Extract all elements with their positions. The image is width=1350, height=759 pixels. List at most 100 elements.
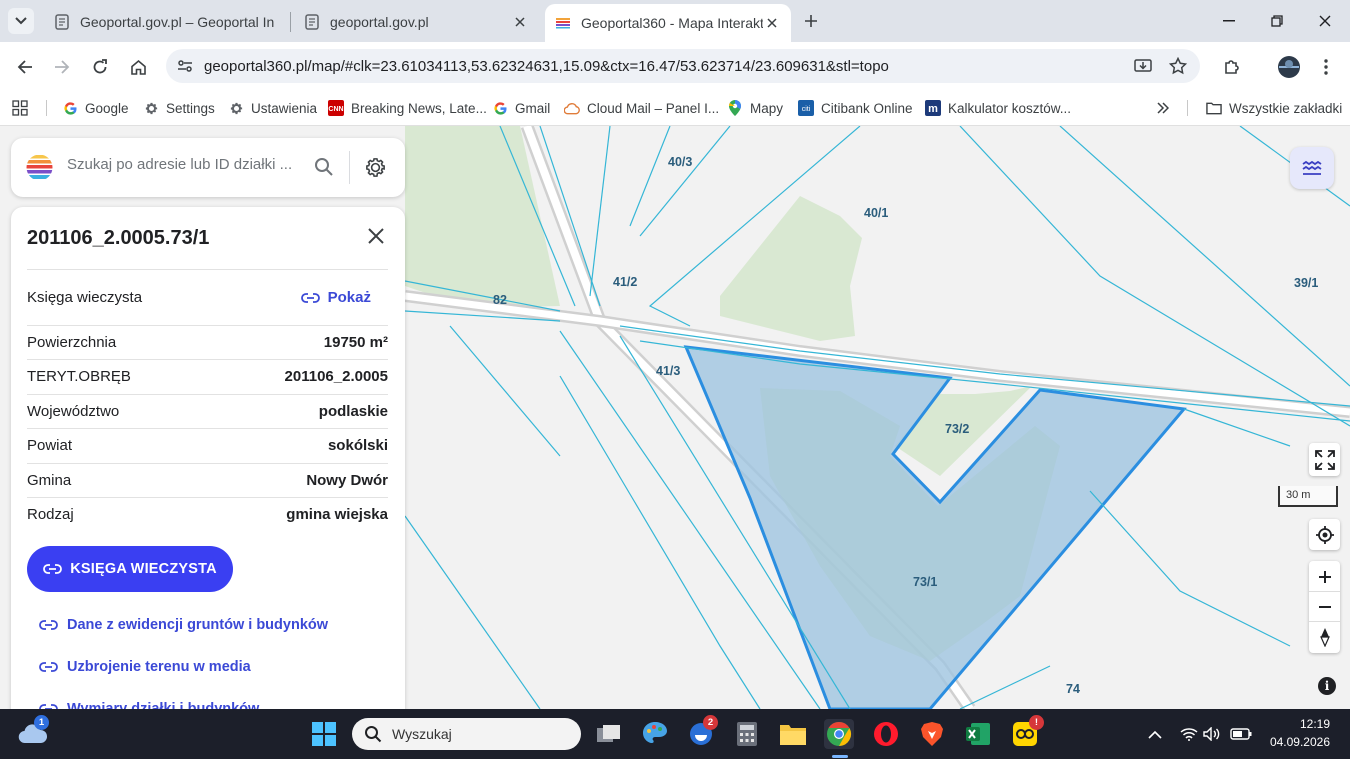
excel-icon	[966, 723, 990, 745]
info-icon[interactable]: i	[1318, 677, 1336, 695]
gear-icon[interactable]	[364, 156, 387, 179]
compass-button[interactable]	[1309, 622, 1340, 652]
google-icon	[62, 100, 78, 116]
search-input[interactable]	[67, 156, 297, 173]
citi-icon: citi	[798, 100, 814, 116]
new-tab-button[interactable]	[800, 10, 822, 32]
show-hidden-icons-button[interactable]	[1140, 719, 1170, 749]
weather-widget[interactable]: 1	[18, 715, 49, 749]
taskbar-app-mail[interactable]: 2	[686, 715, 718, 749]
bookmark-divider	[46, 100, 47, 116]
tab-close-icon[interactable]	[763, 14, 781, 32]
all-bookmarks-button[interactable]: Wszystkie zakładki	[1206, 98, 1342, 118]
minimize-icon	[1223, 20, 1235, 22]
bookmark-ustawienia[interactable]: Ustawienia	[228, 98, 317, 118]
apps-button[interactable]	[12, 98, 28, 118]
taskbar-app-calculator[interactable]	[732, 719, 762, 749]
restore-icon	[1271, 15, 1283, 27]
fullscreen-button[interactable]	[1309, 443, 1340, 476]
bookmark-cloud-mail[interactable]: Cloud Mail – Panel I...	[564, 98, 719, 118]
tab-strip: Geoportal.gov.pl – Geoportal In geoporta…	[0, 0, 1350, 42]
taskbar-search[interactable]: Wyszukaj	[352, 718, 581, 750]
back-button[interactable]	[12, 54, 38, 80]
link-label: Uzbrojenie terenu w media	[67, 659, 251, 675]
attribute-row-teryt: TERYT.OBRĘB 201106_2.0005	[27, 359, 388, 393]
bookmark-label: Kalkulator kosztów...	[948, 100, 1072, 116]
search-icon[interactable]	[314, 157, 334, 177]
land-register-button[interactable]: KSIĘGA WIECZYSTA	[27, 546, 233, 592]
browser-menu-button[interactable]	[1313, 54, 1339, 80]
app-badge: 2	[703, 715, 718, 730]
brave-icon	[921, 722, 943, 746]
bookmark-label: Mapy	[750, 100, 784, 116]
opera-icon	[874, 722, 898, 746]
taskbar-app-paint[interactable]	[640, 719, 670, 749]
taskbar-app-excel[interactable]	[963, 719, 993, 749]
taskbar-app-chrome[interactable]	[824, 719, 854, 749]
bookmark-settings[interactable]: Settings	[143, 98, 215, 118]
document-icon	[55, 14, 69, 30]
home-button[interactable]	[125, 54, 151, 80]
bookmark-label: Breaking News, Late...	[351, 100, 487, 116]
svg-text:citi: citi	[802, 106, 811, 113]
bookmark-gmail[interactable]: Gmail	[492, 98, 550, 118]
address-bar[interactable]: geoportal360.pl/map/#clk=23.61034113,53.…	[166, 49, 1200, 83]
layers-button[interactable]	[1290, 147, 1334, 189]
task-view-button[interactable]	[594, 719, 624, 749]
arrow-left-icon	[17, 60, 32, 74]
attribute-label: Powierzchnia	[27, 334, 117, 351]
install-app-icon[interactable]	[1134, 58, 1152, 74]
taskbar-app-norton[interactable]: !	[1010, 715, 1044, 749]
minimize-button[interactable]	[1218, 10, 1240, 32]
weather-badge: 1	[34, 715, 49, 730]
parcel-label-74: 74	[1066, 682, 1080, 696]
bookmark-citibank[interactable]: citi Citibank Online	[798, 98, 913, 118]
tab-geoportal-gov[interactable]: Geoportal.gov.pl – Geoportal In	[44, 6, 290, 38]
tab-label: Geoportal360 - Mapa Interakty	[581, 15, 763, 31]
bookmark-google[interactable]: Google	[62, 98, 129, 118]
task-view-icon	[597, 725, 620, 742]
bookmark-label: Wszystkie zakładki	[1229, 100, 1343, 116]
bookmarks-overflow-button[interactable]	[1157, 98, 1169, 118]
compass-icon	[1319, 628, 1330, 647]
taskbar-app-opera[interactable]	[871, 719, 901, 749]
link-icon	[39, 662, 58, 672]
attribute-value: podlaskie	[318, 403, 388, 420]
bookmark-kalkulator[interactable]: m Kalkulator kosztów...	[925, 98, 1071, 118]
profile-avatar[interactable]	[1276, 54, 1302, 80]
home-icon	[130, 59, 146, 75]
parcel-label-73-2: 73/2	[945, 422, 970, 436]
start-button[interactable]	[309, 719, 339, 749]
forward-button[interactable]	[49, 54, 75, 80]
zoom-out-button[interactable]	[1309, 592, 1340, 622]
link-land-records[interactable]: Dane z ewidencji gruntów i budynków	[39, 617, 328, 633]
clock-time[interactable]: 12:19	[1262, 717, 1330, 731]
reload-button[interactable]	[87, 54, 113, 80]
parcel-details-panel: 201106_2.0005.73/1 Księga wieczysta Poka…	[11, 207, 405, 727]
clock-date[interactable]: 04.09.2026	[1262, 735, 1330, 749]
tab-geoportal-gov-2[interactable]: geoportal.gov.pl	[294, 6, 539, 38]
tab-search-button[interactable]	[8, 8, 34, 34]
geoportal360-logo-icon[interactable]	[26, 154, 53, 181]
close-icon	[368, 228, 384, 244]
taskbar-app-explorer[interactable]	[778, 719, 808, 749]
show-land-register-link[interactable]: Pokaż	[300, 289, 371, 306]
taskbar-app-brave[interactable]	[917, 719, 947, 749]
link-utilities[interactable]: Uzbrojenie terenu w media	[39, 659, 251, 675]
zoom-in-button[interactable]	[1309, 562, 1340, 592]
volume-button[interactable]	[1197, 719, 1227, 749]
bookmark-cnn[interactable]: CNN Breaking News, Late...	[328, 98, 487, 118]
search-box	[11, 138, 405, 197]
restore-button[interactable]	[1266, 10, 1288, 32]
bookmark-mapy[interactable]: Mapy	[727, 98, 783, 118]
star-icon[interactable]	[1169, 57, 1187, 75]
extensions-button[interactable]	[1219, 54, 1245, 80]
close-window-button[interactable]	[1314, 10, 1336, 32]
battery-button[interactable]	[1226, 719, 1256, 749]
tab-close-icon[interactable]	[511, 13, 529, 31]
tab-geoportal360[interactable]: Geoportal360 - Mapa Interakty	[545, 4, 791, 42]
tab-label: geoportal.gov.pl	[330, 14, 429, 30]
site-info-icon[interactable]	[177, 58, 193, 74]
close-panel-button[interactable]	[365, 225, 387, 247]
geolocate-button[interactable]	[1309, 519, 1340, 550]
